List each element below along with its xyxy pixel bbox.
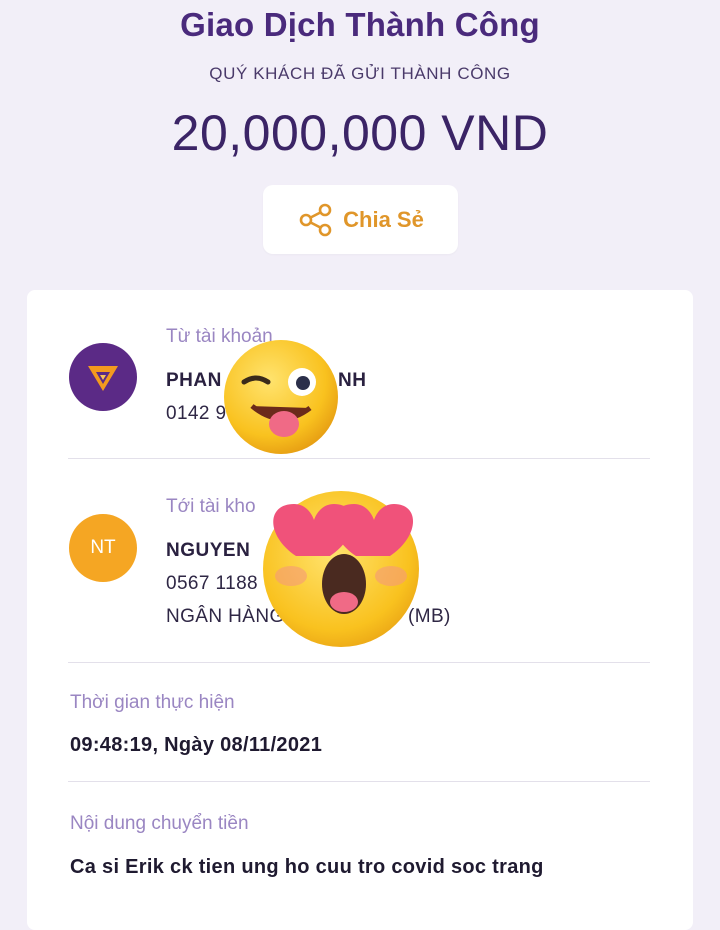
share-icon <box>297 201 335 239</box>
share-button[interactable]: Chia Sẻ <box>263 185 458 254</box>
success-subtitle: QUÝ KHÁCH ĐÃ GỬI THÀNH CÔNG <box>209 64 511 83</box>
to-account-label: Tới tài kho <box>166 496 256 517</box>
to-account-number: 0567 1188 <box>166 573 259 594</box>
from-account-name: PHAN <box>166 370 222 391</box>
time-label: Thời gian thực hiện <box>70 692 235 713</box>
recipient-avatar: NT <box>69 514 137 582</box>
winking-tongue-emoji <box>222 338 340 456</box>
from-account-name-tail: NH <box>338 370 367 391</box>
page-title: Giao Dịch Thành Công <box>180 6 540 43</box>
from-account-number: 0142 9 <box>166 403 227 424</box>
bank-logo-icon <box>69 343 137 411</box>
divider <box>68 781 650 782</box>
divider <box>68 458 650 459</box>
recipient-initials: NT <box>90 537 116 558</box>
share-label: Chia Sẻ <box>343 206 424 232</box>
time-value: 09:48:19, Ngày 08/11/2021 <box>70 734 323 756</box>
divider <box>68 662 650 663</box>
note-value: Ca si Erik ck tien ung ho cuu tro covid … <box>70 856 544 878</box>
note-label: Nội dung chuyển tiền <box>70 813 249 834</box>
transfer-amount: 20,000,000 VND <box>171 105 549 161</box>
to-account-name: NGUYEN <box>166 540 251 561</box>
heart-eyes-emoji <box>256 484 431 649</box>
